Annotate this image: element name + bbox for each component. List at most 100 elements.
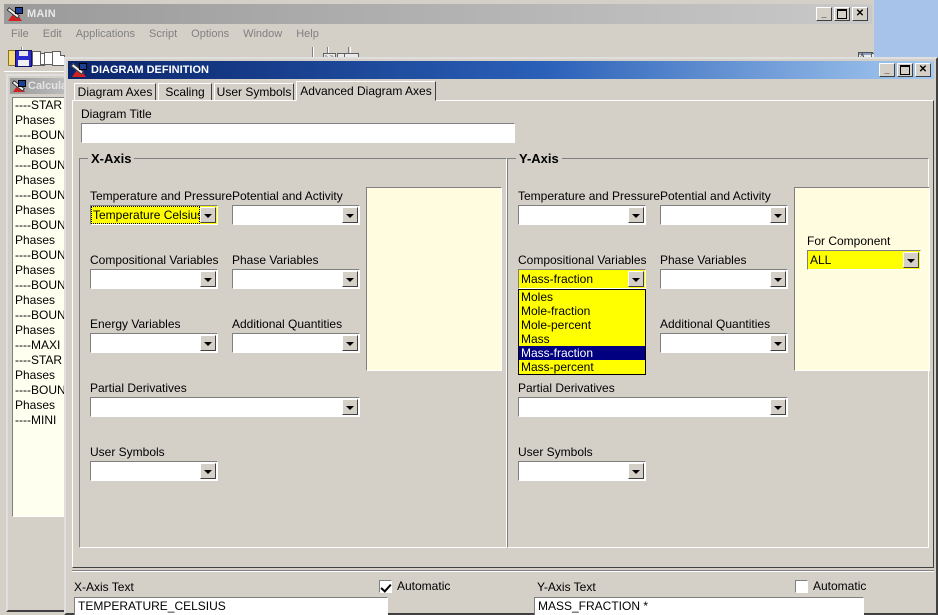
main-maximize-button[interactable] [834, 7, 850, 21]
y-axis-text-label: Y-Axis Text [537, 580, 596, 594]
chevron-down-icon[interactable] [770, 399, 786, 415]
y-compositional-variables-dropdown-list[interactable]: Moles Mole-fraction Mole-percent Mass Ma… [518, 289, 646, 375]
y-temp-pressure-combo[interactable] [518, 205, 646, 225]
list-item[interactable]: ----BOUN [13, 248, 65, 263]
list-item[interactable]: ----BOUN [13, 158, 65, 173]
x-axis-text-input[interactable]: TEMPERATURE_CELSIUS [74, 597, 388, 615]
chevron-down-icon[interactable] [200, 271, 216, 287]
y-potential-activity-combo[interactable] [660, 205, 788, 225]
menu-file[interactable]: File [4, 27, 36, 41]
x-user-symbols-label: User Symbols [90, 445, 165, 459]
menu-help[interactable]: Help [289, 27, 326, 41]
save-disk-icon[interactable] [12, 46, 33, 68]
menu-script[interactable]: Script [142, 27, 184, 41]
list-item[interactable]: Phases [13, 113, 65, 128]
tab-advanced-diagram-axes[interactable]: Advanced Diagram Axes [296, 81, 436, 101]
dropdown-option-mole-fraction[interactable]: Mole-fraction [519, 304, 645, 318]
dropdown-option-mass-fraction[interactable]: Mass-fraction [519, 346, 645, 360]
y-additional-quantities-combo[interactable] [660, 333, 788, 353]
list-item[interactable]: ----STAR [13, 98, 65, 113]
open-folder-icon[interactable] [6, 46, 27, 68]
diagram-title-input[interactable] [81, 123, 515, 143]
chevron-down-icon[interactable] [342, 335, 358, 351]
tab-diagram-axes[interactable]: Diagram Axes [74, 83, 156, 101]
list-item[interactable]: ----BOUN [13, 218, 65, 233]
x-automatic-label: Automatic [397, 579, 451, 593]
x-user-symbols-combo[interactable] [90, 461, 218, 481]
list-item[interactable]: ----BOUN [13, 188, 65, 203]
x-energy-variables-combo[interactable] [90, 333, 218, 353]
list-item[interactable]: Phases [13, 293, 65, 308]
menu-window[interactable]: Window [236, 27, 289, 41]
dropdown-option-mass-percent[interactable]: Mass-percent [519, 360, 645, 374]
x-phase-variables-combo[interactable] [232, 269, 360, 289]
x-additional-quantities-combo[interactable] [232, 333, 360, 353]
export-red-icon[interactable] [40, 46, 59, 68]
y-user-symbols-combo[interactable] [518, 461, 646, 481]
x-compositional-variables-combo[interactable] [90, 269, 218, 289]
y-automatic-checkbox-box[interactable] [795, 579, 808, 593]
x-phase-variables-label: Phase Variables [232, 253, 319, 267]
chevron-down-icon[interactable] [200, 207, 216, 223]
y-compositional-variables-combo[interactable]: Mass-fraction [518, 269, 646, 289]
main-minimize-button[interactable]: _ [816, 7, 832, 21]
list-item[interactable]: Phases [13, 323, 65, 338]
menu-applications[interactable]: Applications [69, 27, 142, 41]
list-item[interactable]: ----MINI [13, 413, 65, 428]
dropdown-option-mass[interactable]: Mass [519, 332, 645, 346]
chevron-down-icon[interactable] [628, 207, 644, 223]
main-close-button[interactable]: ✕ [852, 7, 868, 21]
chevron-down-icon[interactable] [770, 335, 786, 351]
calculation-result-listbox[interactable]: ----STAR Phases ----BOUN Phases ----BOUN Phas… [12, 97, 66, 517]
dropdown-option-mole-percent[interactable]: Mole-percent [519, 318, 645, 332]
chevron-down-icon[interactable] [770, 271, 786, 287]
x-temp-pressure-label: Temperature and Pressure [90, 189, 233, 203]
x-temp-pressure-combo[interactable]: Temperature Celsius [90, 205, 218, 225]
list-item[interactable]: ----STAR [13, 353, 65, 368]
x-temp-pressure-value: Temperature Celsius [91, 206, 200, 224]
menu-options[interactable]: Options [184, 27, 236, 41]
chevron-down-icon[interactable] [342, 207, 358, 223]
chevron-down-icon[interactable] [770, 207, 786, 223]
y-additional-quantities-label: Additional Quantities [660, 317, 771, 331]
for-component-combo[interactable]: ALL [807, 250, 921, 270]
chevron-down-icon[interactable] [200, 463, 216, 479]
x-automatic-checkbox-box[interactable] [379, 579, 392, 593]
menu-edit[interactable]: Edit [36, 27, 69, 41]
dialog-close-button[interactable]: ✕ [915, 63, 931, 77]
chevron-down-icon[interactable] [903, 252, 919, 268]
list-item[interactable]: ----BOUN [13, 383, 65, 398]
list-item[interactable]: Phases [13, 143, 65, 158]
list-item[interactable]: Phases [13, 263, 65, 278]
dialog-minimize-button[interactable]: _ [879, 63, 895, 77]
chevron-down-icon[interactable] [200, 335, 216, 351]
x-automatic-checkbox[interactable]: Automatic [379, 579, 450, 593]
chevron-down-icon[interactable] [628, 463, 644, 479]
list-item[interactable]: ----BOUN [13, 128, 65, 143]
y-axis-text-input[interactable]: MASS_FRACTION * [534, 597, 864, 615]
y-automatic-checkbox[interactable]: Automatic [795, 579, 866, 593]
list-item[interactable]: ----MAXI [13, 338, 65, 353]
chevron-down-icon[interactable] [628, 271, 644, 287]
dialog-maximize-button[interactable] [897, 63, 913, 77]
list-item[interactable]: Phases [13, 233, 65, 248]
new-page-icon[interactable] [27, 46, 46, 68]
list-item[interactable]: ----BOUN [13, 278, 65, 293]
tab-user-symbols[interactable]: User Symbols [214, 83, 294, 101]
chevron-down-icon[interactable] [342, 271, 358, 287]
list-item[interactable]: ----BOUN [13, 308, 65, 323]
chevron-down-icon[interactable] [342, 399, 358, 415]
copy-page-icon[interactable] [34, 46, 51, 68]
y-partial-derivatives-combo[interactable] [518, 397, 788, 417]
page-icon[interactable] [47, 46, 65, 68]
dropdown-option-moles[interactable]: Moles [519, 290, 645, 304]
tab-scaling[interactable]: Scaling [158, 83, 212, 101]
x-potential-activity-combo[interactable] [232, 205, 360, 225]
x-axis-group-label: X-Axis [88, 151, 135, 166]
y-phase-variables-combo[interactable] [660, 269, 788, 289]
list-item[interactable]: Phases [13, 398, 65, 413]
list-item[interactable]: Phases [13, 173, 65, 188]
x-partial-derivatives-combo[interactable] [90, 397, 360, 417]
list-item[interactable]: Phases [13, 203, 65, 218]
list-item[interactable]: Phases [13, 368, 65, 383]
